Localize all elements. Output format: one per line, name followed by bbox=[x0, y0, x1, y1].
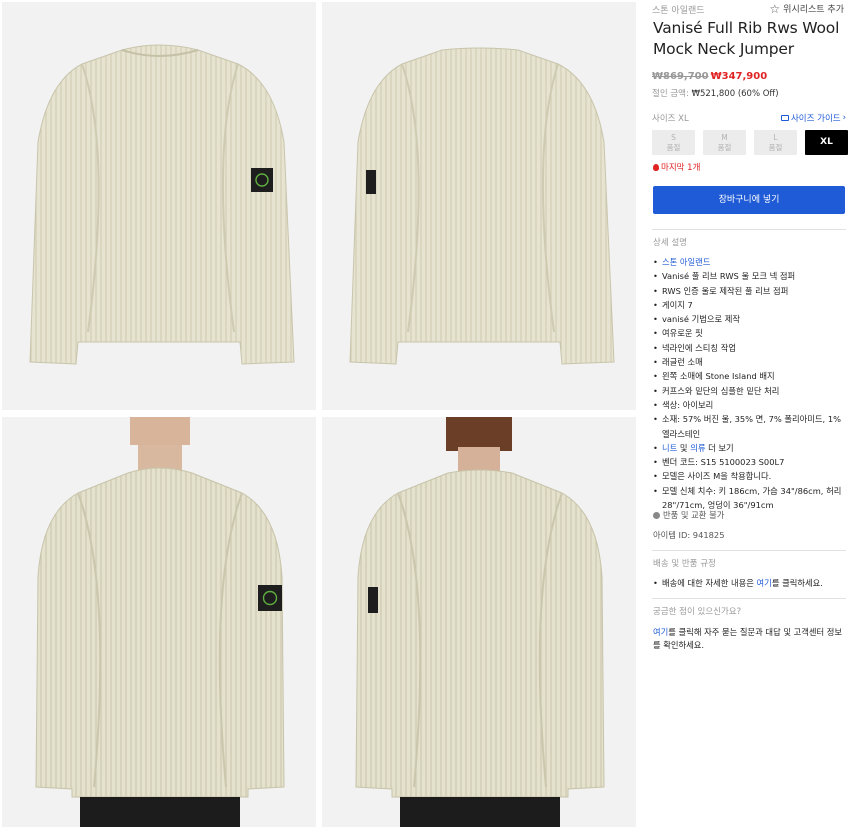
list-item: 넥라인에 스티칭 작업 bbox=[652, 341, 846, 356]
sweater-back-illustration bbox=[349, 47, 615, 365]
discount-row: 절인 금액: ₩521,800 (60% Off) bbox=[652, 87, 779, 99]
and-text: 및 bbox=[679, 442, 688, 453]
divider bbox=[652, 598, 846, 599]
help-title: 궁금한 점이 있으신가요? bbox=[653, 607, 742, 617]
return-policy-row: 반품 및 교환 불가 bbox=[653, 509, 724, 521]
chevron-right-icon: › bbox=[842, 113, 846, 123]
size-option-label: S bbox=[671, 133, 676, 142]
shipping-text-after: 를 클릭하세요. bbox=[771, 578, 823, 588]
size-option-status: 품절 bbox=[666, 143, 681, 152]
return-label: 반품 및 교환 불가 bbox=[663, 510, 725, 520]
top-line: 스톤 아일랜드 ☆ 위시리스트 추가 bbox=[652, 1, 848, 17]
sweater-front-illustration bbox=[29, 44, 295, 365]
price-row: ₩869,700 ₩347,900 bbox=[652, 71, 767, 82]
product-title: Vanisé Full Rib Rws Wool Mock Neck Jumpe… bbox=[653, 19, 840, 58]
list-item: 모델은 사이즈 M을 착용합니다. bbox=[652, 469, 846, 484]
badge-icon bbox=[366, 170, 376, 194]
product-info-panel: 스톤 아일랜드 ☆ 위시리스트 추가 Vanisé Full Rib Rws W… bbox=[652, 0, 848, 829]
details-title: 상세 설명 bbox=[653, 238, 687, 248]
knit-link[interactable]: 니트 bbox=[662, 443, 677, 453]
size-option-l[interactable]: L 품절 bbox=[754, 130, 797, 155]
list-item: 커프스와 밑단의 심플한 밑단 처리 bbox=[652, 384, 846, 399]
size-guide-label: 사이즈 가이드 bbox=[790, 114, 841, 124]
discount-label: 절인 금액: bbox=[652, 89, 689, 99]
divider bbox=[652, 229, 846, 230]
product-front-image[interactable] bbox=[2, 2, 316, 410]
badge-icon bbox=[251, 168, 273, 192]
badge-icon bbox=[258, 585, 282, 611]
product-back-image[interactable] bbox=[322, 2, 636, 410]
sale-price: ₩347,900 bbox=[710, 71, 768, 82]
size-guide-link[interactable]: 사이즈 가이드 › bbox=[780, 112, 846, 124]
discount-value: ₩521,800 (60% Off) bbox=[691, 89, 779, 99]
help-text-body: 를 클릭해 자주 묻는 질문과 대답 및 고객센터 정보를 확인하세요. bbox=[653, 627, 843, 650]
size-option-s[interactable]: S 품절 bbox=[652, 130, 695, 155]
divider bbox=[652, 550, 846, 551]
brand-breadcrumb[interactable]: 스톤 아일랜드 bbox=[652, 3, 705, 16]
stock-warning: 마지막 1개 bbox=[653, 161, 700, 173]
model-back-image[interactable] bbox=[322, 417, 636, 827]
list-item: 배송에 대한 자세한 내용은 여기를 클릭하세요. bbox=[652, 577, 846, 590]
shipping-link[interactable]: 여기 bbox=[757, 578, 772, 588]
size-option-status: 품절 bbox=[768, 143, 783, 152]
size-option-label: L bbox=[773, 133, 778, 142]
list-item: 니트 및 의류 더 보기 bbox=[652, 441, 846, 456]
info-icon bbox=[653, 511, 660, 519]
add-to-cart-button[interactable]: 장바구니에 넣기 bbox=[653, 186, 845, 214]
list-item: 여유로운 핏 bbox=[652, 326, 846, 341]
more-text: 더 보기 bbox=[708, 442, 734, 453]
shipping-list: 배송에 대한 자세한 내용은 여기를 클릭하세요. bbox=[652, 577, 846, 590]
stock-label: 마지막 1개 bbox=[661, 163, 701, 173]
size-option-label: M bbox=[721, 133, 728, 142]
help-link[interactable]: 여기 bbox=[653, 627, 668, 637]
list-item: RWS 인증 울로 제작된 풀 리브 점퍼 bbox=[652, 284, 846, 299]
size-option-xl[interactable]: XL bbox=[805, 130, 848, 155]
badge-icon bbox=[368, 587, 378, 613]
model-front-illustration bbox=[35, 417, 285, 827]
list-item: vanisé 기법으로 제작 bbox=[652, 312, 846, 327]
shipping-title: 배송 및 반품 규정 bbox=[653, 559, 716, 569]
list-item: 래글런 소매 bbox=[652, 355, 846, 370]
fire-icon bbox=[653, 163, 659, 171]
list-item: 스톤 아일랜드 bbox=[652, 255, 846, 270]
size-options: S 품절 M 품절 L 품절 XL bbox=[652, 130, 848, 155]
list-item: 왼쪽 소매에 Stone Island 배지 bbox=[652, 369, 846, 384]
size-label: 사이즈 XL bbox=[652, 114, 689, 124]
brand-link[interactable]: 스톤 아일랜드 bbox=[662, 257, 710, 267]
star-outline-icon: ☆ bbox=[769, 1, 781, 16]
details-list: 스톤 아일랜드 Vanisé 풀 리브 RWS 울 모크 넥 점퍼 RWS 인증… bbox=[652, 255, 846, 512]
list-item: 색상: 아이보리 bbox=[652, 398, 846, 413]
wishlist-label: 위시리스트 추가 bbox=[783, 5, 844, 15]
item-id: 아이템 ID: 941825 bbox=[653, 530, 725, 540]
wishlist-button[interactable]: ☆ 위시리스트 추가 bbox=[769, 1, 844, 16]
list-item: 게이지 7 bbox=[652, 298, 846, 313]
list-item: 벤더 코드: S15 5100023 S00L7 bbox=[652, 455, 846, 470]
list-item: 소재: 57% 버진 울, 35% 면, 7% 폴리아미드, 1% 엘라스테인 bbox=[652, 412, 846, 441]
help-text: 여기를 클릭해 자주 묻는 질문과 대답 및 고객센터 정보를 확인하세요. bbox=[653, 626, 847, 652]
size-option-m[interactable]: M 품절 bbox=[703, 130, 746, 155]
size-option-status: 품절 bbox=[717, 143, 732, 152]
list-item: Vanisé 풀 리브 RWS 울 모크 넥 점퍼 bbox=[652, 269, 846, 284]
clothing-link[interactable]: 의류 bbox=[690, 443, 705, 453]
ruler-icon bbox=[780, 115, 789, 121]
model-back-illustration bbox=[355, 417, 605, 827]
original-price: ₩869,700 bbox=[652, 71, 709, 82]
model-front-image[interactable] bbox=[2, 417, 316, 827]
product-gallery bbox=[0, 0, 640, 829]
shipping-text-before: 배송에 대한 자세한 내용은 bbox=[662, 578, 754, 588]
